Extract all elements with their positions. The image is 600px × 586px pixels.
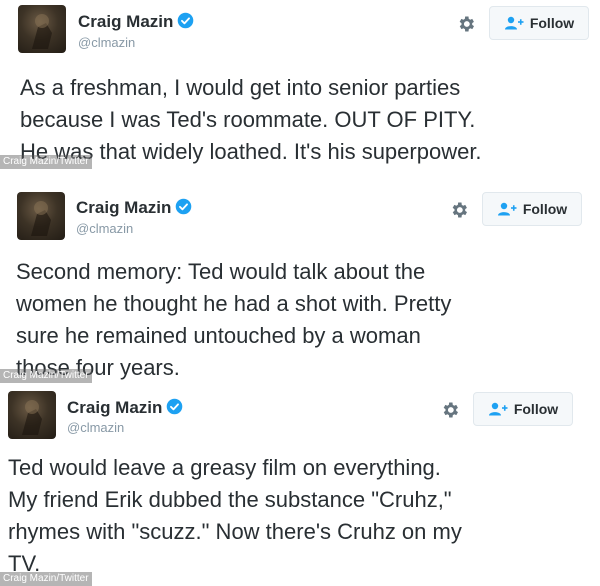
follow-button[interactable]: Follow (489, 6, 589, 40)
gear-icon[interactable] (440, 400, 460, 420)
avatar[interactable] (17, 192, 65, 240)
tweet-line: rhymes with "scuzz." Now there's Cruhz o… (8, 519, 462, 544)
handle[interactable]: @clmazin (76, 221, 133, 236)
verified-badge-icon (167, 398, 183, 415)
gear-icon[interactable] (456, 14, 476, 34)
gear-icon[interactable] (449, 200, 469, 220)
tweet-line: because I was Ted's roommate. OUT OF PIT… (20, 107, 476, 132)
tweet-line: Second memory: Ted would talk about the (16, 259, 426, 284)
tweet-line: sure he remained untouched by a woman (16, 323, 421, 348)
verified-badge-icon (178, 12, 194, 29)
person-add-icon (497, 202, 517, 216)
tweet-text: Second memory: Ted would talk about the … (16, 256, 451, 384)
follow-button[interactable]: Follow (482, 192, 582, 226)
photo-credit: Craig Mazin/Twitter (0, 155, 92, 169)
verified-badge-icon (176, 198, 192, 215)
person-add-icon (488, 402, 508, 416)
tweet-line: women he thought he had a shot with. Pre… (16, 291, 452, 316)
avatar[interactable] (8, 391, 56, 439)
display-name[interactable]: Craig Mazin (67, 398, 183, 418)
person-add-icon (504, 16, 524, 30)
photo-credit: Craig Mazin/Twitter (0, 572, 92, 586)
tweet-text: As a freshman, I would get into senior p… (20, 72, 482, 168)
follow-button[interactable]: Follow (473, 392, 573, 426)
handle[interactable]: @clmazin (67, 420, 124, 435)
handle[interactable]: @clmazin (78, 35, 135, 50)
tweet-line: My friend Erik dubbed the substance "Cru… (8, 487, 452, 512)
display-name[interactable]: Craig Mazin (78, 12, 194, 32)
tweet-line: As a freshman, I would get into senior p… (20, 75, 461, 100)
display-name[interactable]: Craig Mazin (76, 198, 192, 218)
tweet-line: Ted would leave a greasy film on everyth… (8, 455, 441, 480)
avatar[interactable] (18, 5, 66, 53)
tweet-text: Ted would leave a greasy film on everyth… (8, 452, 462, 580)
photo-credit: Craig Mazin/Twitter (0, 369, 92, 383)
